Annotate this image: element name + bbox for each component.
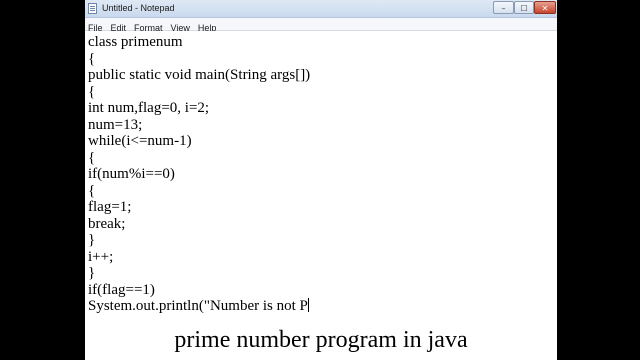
code-line: { [88,183,96,199]
code-line: break; [88,216,126,232]
notepad-window: Untitled - Notepad – ☐ ✕ File Edit Format V… [85,0,557,360]
maximize-button[interactable]: ☐ [514,1,534,14]
code-line: } [88,265,96,281]
code-line: { [88,84,96,100]
code-line-current: System.out.println("Number is not P [88,298,309,315]
code-line: } [88,232,96,248]
code-line: flag=1; [88,199,132,215]
text-caret [307,298,309,312]
code-line: if(num%i==0) [88,166,175,182]
menu-bar: File Edit Format View Help [85,18,557,33]
notepad-icon [88,3,97,14]
window-title: Untitled - Notepad [102,3,175,13]
code-line: if(flag==1) [88,282,155,298]
current-line-text: System.out.println("Number is not P [88,298,308,314]
code-line: class primenum [88,34,183,50]
title-bar[interactable]: Untitled - Notepad – ☐ ✕ [85,0,557,18]
code-line: while(i<=num-1) [88,133,192,149]
video-caption: prime number program in java [174,327,468,353]
code-line: int num,flag=0, i=2; [88,100,210,116]
code-line: i++; [88,249,114,265]
code-line: num=13; [88,117,143,133]
minimize-button[interactable]: – [493,1,514,14]
code-line: public static void main(String args[]) [88,67,311,83]
text-editor-area[interactable]: class primenum { public static void main… [85,31,557,360]
code-line: { [88,51,96,67]
code-line: { [88,150,96,166]
close-button[interactable]: ✕ [534,1,556,14]
